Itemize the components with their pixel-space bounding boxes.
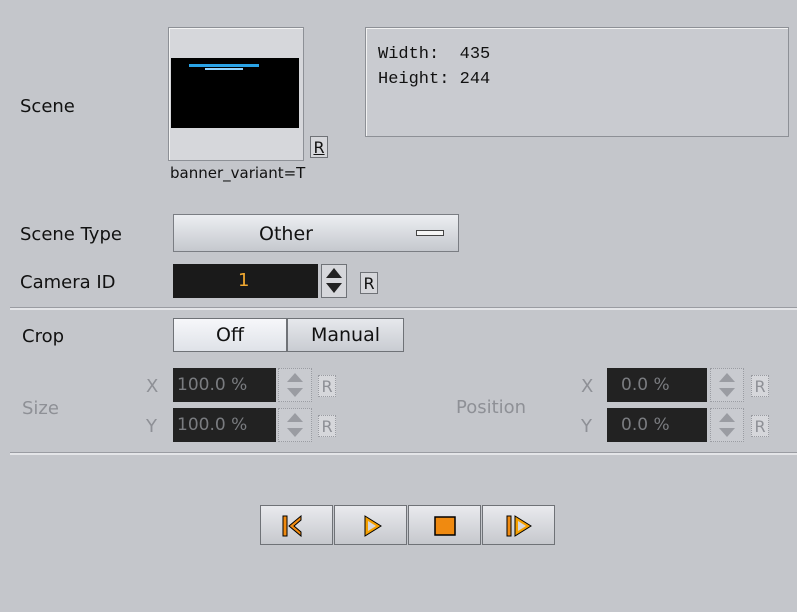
scene-preview-image	[171, 58, 299, 128]
height-value: 244	[459, 70, 491, 89]
stop-button[interactable]	[408, 505, 481, 545]
position-y-reset-button[interactable]: R	[751, 415, 769, 437]
scene-reset-button[interactable]: R	[310, 136, 328, 158]
crop-off-button[interactable]: Off	[173, 318, 287, 352]
scene-info-box: Width: 435 Height: 244	[365, 27, 789, 137]
size-y-axis-label: Y	[146, 416, 157, 437]
size-x-field[interactable]: 100.0 %	[173, 368, 276, 402]
scene-thumbnail[interactable]	[168, 27, 304, 161]
divider	[10, 452, 797, 455]
crop-manual-button[interactable]: Manual	[287, 318, 404, 352]
arrow-down-icon	[326, 283, 342, 293]
scene-type-value: Other	[259, 223, 313, 245]
play-icon	[364, 515, 382, 537]
position-x-reset-button[interactable]: R	[751, 375, 769, 397]
size-x-axis-label: X	[146, 376, 159, 397]
scene-label: Scene	[20, 96, 75, 117]
position-y-field[interactable]: 0.0 %	[607, 408, 707, 442]
dropdown-indicator-icon	[416, 230, 444, 236]
stop-icon	[434, 516, 456, 536]
camera-id-label: Camera ID	[20, 272, 116, 293]
step-forward-icon	[506, 515, 532, 537]
position-y-stepper[interactable]	[710, 408, 744, 442]
size-x-stepper[interactable]	[278, 368, 312, 402]
skip-to-start-icon	[282, 514, 302, 538]
camera-id-field[interactable]: 1	[173, 264, 318, 298]
divider	[10, 307, 797, 310]
position-x-field[interactable]: 0.0 %	[607, 368, 707, 402]
position-x-axis-label: X	[581, 376, 594, 397]
size-y-reset-button[interactable]: R	[318, 415, 336, 437]
width-value: 435	[459, 45, 491, 64]
skip-to-start-button[interactable]	[260, 505, 333, 545]
step-forward-button[interactable]	[482, 505, 555, 545]
height-label: Height:	[378, 70, 450, 89]
crop-label: Crop	[22, 326, 65, 347]
camera-id-value: 1	[238, 270, 250, 291]
position-x-stepper[interactable]	[710, 368, 744, 402]
scene-type-dropdown[interactable]: Other	[173, 214, 459, 252]
position-y-axis-label: Y	[581, 416, 592, 437]
scene-type-label: Scene Type	[20, 224, 122, 245]
size-label: Size	[22, 398, 59, 419]
camera-id-stepper[interactable]	[321, 264, 347, 298]
scene-filename: banner_variant=T	[170, 164, 306, 182]
camera-reset-button[interactable]: R	[360, 272, 378, 294]
size-y-stepper[interactable]	[278, 408, 312, 442]
size-x-reset-button[interactable]: R	[318, 375, 336, 397]
play-button[interactable]	[334, 505, 407, 545]
width-label: Width:	[378, 45, 440, 64]
position-label: Position	[456, 397, 527, 418]
size-y-field[interactable]: 100.0 %	[173, 408, 276, 442]
arrow-up-icon	[326, 268, 342, 278]
